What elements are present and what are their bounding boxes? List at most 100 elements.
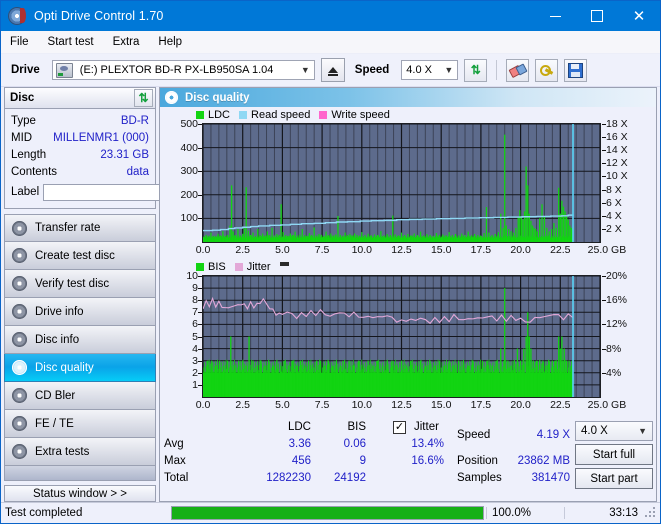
x-tick-label: 5.0 xyxy=(275,399,290,411)
save-button[interactable] xyxy=(564,58,588,82)
start-part-button[interactable]: Start part xyxy=(575,468,653,489)
x-tick-label: 12.5 xyxy=(391,244,412,256)
disc-icon xyxy=(12,388,27,403)
speed-select-value: 4.0 X xyxy=(406,64,432,76)
speed-select[interactable]: 4.0 X ▼ xyxy=(401,60,459,80)
jitter-checkbox[interactable]: ✓ xyxy=(393,421,406,434)
drive-select[interactable]: (E:) PLEXTOR BD-R PX-LB950SA 1.04 ▼ xyxy=(51,60,315,80)
stats-ldc-max: 456 xyxy=(291,455,311,467)
y2-tick-label: 16 X xyxy=(602,131,628,144)
keys-button[interactable] xyxy=(535,58,559,82)
x-tick-label: 15.0 xyxy=(430,244,452,256)
disc-row-value: BD-R xyxy=(120,114,149,127)
ldc-chart: LDC Read speed Write speed 100 200 300 400 5… xyxy=(160,107,656,259)
y2-tick-label: 8 X xyxy=(602,183,622,196)
save-icon xyxy=(568,62,584,78)
stats-speed-label: Speed xyxy=(457,429,491,441)
sidebar-item-transfer-rate[interactable]: Transfer rate xyxy=(4,214,156,242)
legend-label-read-speed: Read speed xyxy=(251,109,311,121)
sidebar-item-label: Verify test disc xyxy=(35,277,110,290)
y2-tick-label: 6 X xyxy=(602,196,622,209)
maximize-button[interactable] xyxy=(576,1,618,31)
disc-row-key: MID xyxy=(11,131,33,144)
x-tick-label: 25.0 GB xyxy=(587,244,627,256)
sidebar-item-disc-quality[interactable]: Disc quality xyxy=(4,354,156,382)
disc-panel: Disc ⇅ Type BD-R MID MILLENMR1 (000) Len… xyxy=(4,87,245,209)
legend-swatch-jitter xyxy=(234,263,243,271)
y2-tick-label: 4 X xyxy=(602,209,622,222)
disc-row-mid: MID MILLENMR1 (000) xyxy=(11,129,149,146)
elapsed-time: 33:13 xyxy=(564,507,644,519)
disc-refresh-button[interactable]: ⇅ xyxy=(134,89,153,107)
x-tick-label: 17.5 xyxy=(470,244,492,256)
y-tick-label: 4 xyxy=(192,342,202,355)
bis-chart-y-axis-labels: 1 2 3 4 5 6 7 8 9 10 xyxy=(162,270,202,398)
y2-tick-label: 12% xyxy=(601,318,628,331)
start-part-label: Start part xyxy=(590,472,638,485)
resize-grip[interactable] xyxy=(644,506,658,520)
main-panel: Disc quality LDC Read speed Write speed … xyxy=(159,87,657,502)
sidebar-item-verify-test-disc[interactable]: Verify test disc xyxy=(4,270,156,298)
drive-select-value: (E:) PLEXTOR BD-R PX-LB950SA 1.04 xyxy=(79,64,274,76)
stats-samples-value: 381470 xyxy=(531,472,570,484)
body: Disc ⇅ Type BD-R MID MILLENMR1 (000) Len… xyxy=(1,87,660,502)
start-full-button[interactable]: Start full xyxy=(575,444,653,465)
progress-percent: 100.0% xyxy=(486,507,564,519)
sidebar-item-create-test-disc[interactable]: Create test disc xyxy=(4,242,156,270)
refresh-button[interactable]: ⇅ xyxy=(464,58,488,82)
sidebar-item-extra-tests[interactable]: Extra tests xyxy=(4,438,156,466)
y-tick-label: 100 xyxy=(180,212,202,225)
speed-label: Speed xyxy=(354,64,390,76)
stats-col-jitter: Jitter xyxy=(414,421,439,433)
minimize-icon xyxy=(549,15,561,17)
x-tick-label: 0.0 xyxy=(195,244,211,256)
erase-button[interactable] xyxy=(506,58,530,82)
y2-tick-label: 20% xyxy=(601,270,628,282)
menu-item-extra[interactable]: Extra xyxy=(113,34,149,51)
y2-tick-label: 2 X xyxy=(602,222,622,235)
drive-label: Drive xyxy=(11,64,40,76)
sidebar-item-label: FE / TE xyxy=(35,417,74,430)
sidebar-item-fe-te[interactable]: FE / TE xyxy=(4,410,156,438)
disc-icon xyxy=(12,220,27,236)
close-button[interactable]: ✕ xyxy=(618,1,660,31)
y-tick-label: 3 xyxy=(192,354,202,367)
menu-item-file[interactable]: File xyxy=(10,34,38,51)
menu-item-help[interactable]: Help xyxy=(158,34,191,51)
ldc-chart-legend: LDC Read speed Write speed xyxy=(196,109,395,121)
disc-label-caption: Label xyxy=(11,186,40,198)
legend-label-bis: BIS xyxy=(208,261,226,273)
test-speed-select[interactable]: 4.0 X ▼ xyxy=(575,421,653,441)
disc-row-value: MILLENMR1 (000) xyxy=(53,131,149,144)
sidebar-item-disc-info[interactable]: Disc info xyxy=(4,326,156,354)
x-tick-label: 5.0 xyxy=(275,244,290,256)
stats-speed-value: 4.19 X xyxy=(536,429,570,441)
disc-row-key: Contents xyxy=(11,165,58,178)
sidebar-item-label: Drive info xyxy=(35,305,84,318)
eject-button[interactable] xyxy=(320,58,345,82)
stats-bis-total: 24192 xyxy=(334,472,366,484)
menu-item-start-test[interactable]: Start test xyxy=(48,34,103,51)
status-text: Test completed xyxy=(5,507,83,519)
disc-icon xyxy=(12,416,27,431)
eraser-icon xyxy=(510,65,525,76)
disc-icon xyxy=(12,304,27,319)
y-tick-label: 9 xyxy=(192,282,202,295)
y-tick-label: 8 xyxy=(192,294,202,307)
x-tick-label: 7.5 xyxy=(314,244,330,256)
jitter-marker-icon xyxy=(279,262,289,266)
sidebar-item-drive-info[interactable]: Drive info xyxy=(4,298,156,326)
disc-label-row: Label xyxy=(11,181,245,203)
status-window-button[interactable]: Status window > > xyxy=(4,485,156,502)
disc-row-value: data xyxy=(126,165,149,178)
minimize-button[interactable] xyxy=(534,1,576,31)
stats-row-max: Max xyxy=(164,455,186,467)
x-tick-label: 12.5 xyxy=(391,399,412,411)
legend-swatch-ldc xyxy=(196,111,204,119)
chevron-down-icon: ▼ xyxy=(300,65,310,75)
sidebar-item-cd-bler[interactable]: CD Bler xyxy=(4,382,156,410)
start-full-label: Start full xyxy=(592,448,636,461)
status-window-label: Status window > > xyxy=(33,487,127,500)
disc-icon xyxy=(12,332,27,347)
x-tick-label: 17.5 xyxy=(470,399,492,411)
